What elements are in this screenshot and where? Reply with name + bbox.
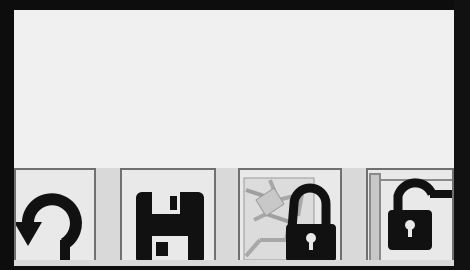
undo-button[interactable] xyxy=(14,168,96,260)
lock-page-button[interactable] xyxy=(366,168,454,260)
device-bezel xyxy=(454,0,470,270)
lock-map-button[interactable] xyxy=(238,168,342,260)
content-area xyxy=(14,10,454,168)
map-lock-icon xyxy=(243,177,336,260)
save-button[interactable] xyxy=(120,168,216,260)
undo-icon xyxy=(16,193,82,260)
save-icon xyxy=(136,192,204,260)
page-lock-icon xyxy=(369,173,452,260)
